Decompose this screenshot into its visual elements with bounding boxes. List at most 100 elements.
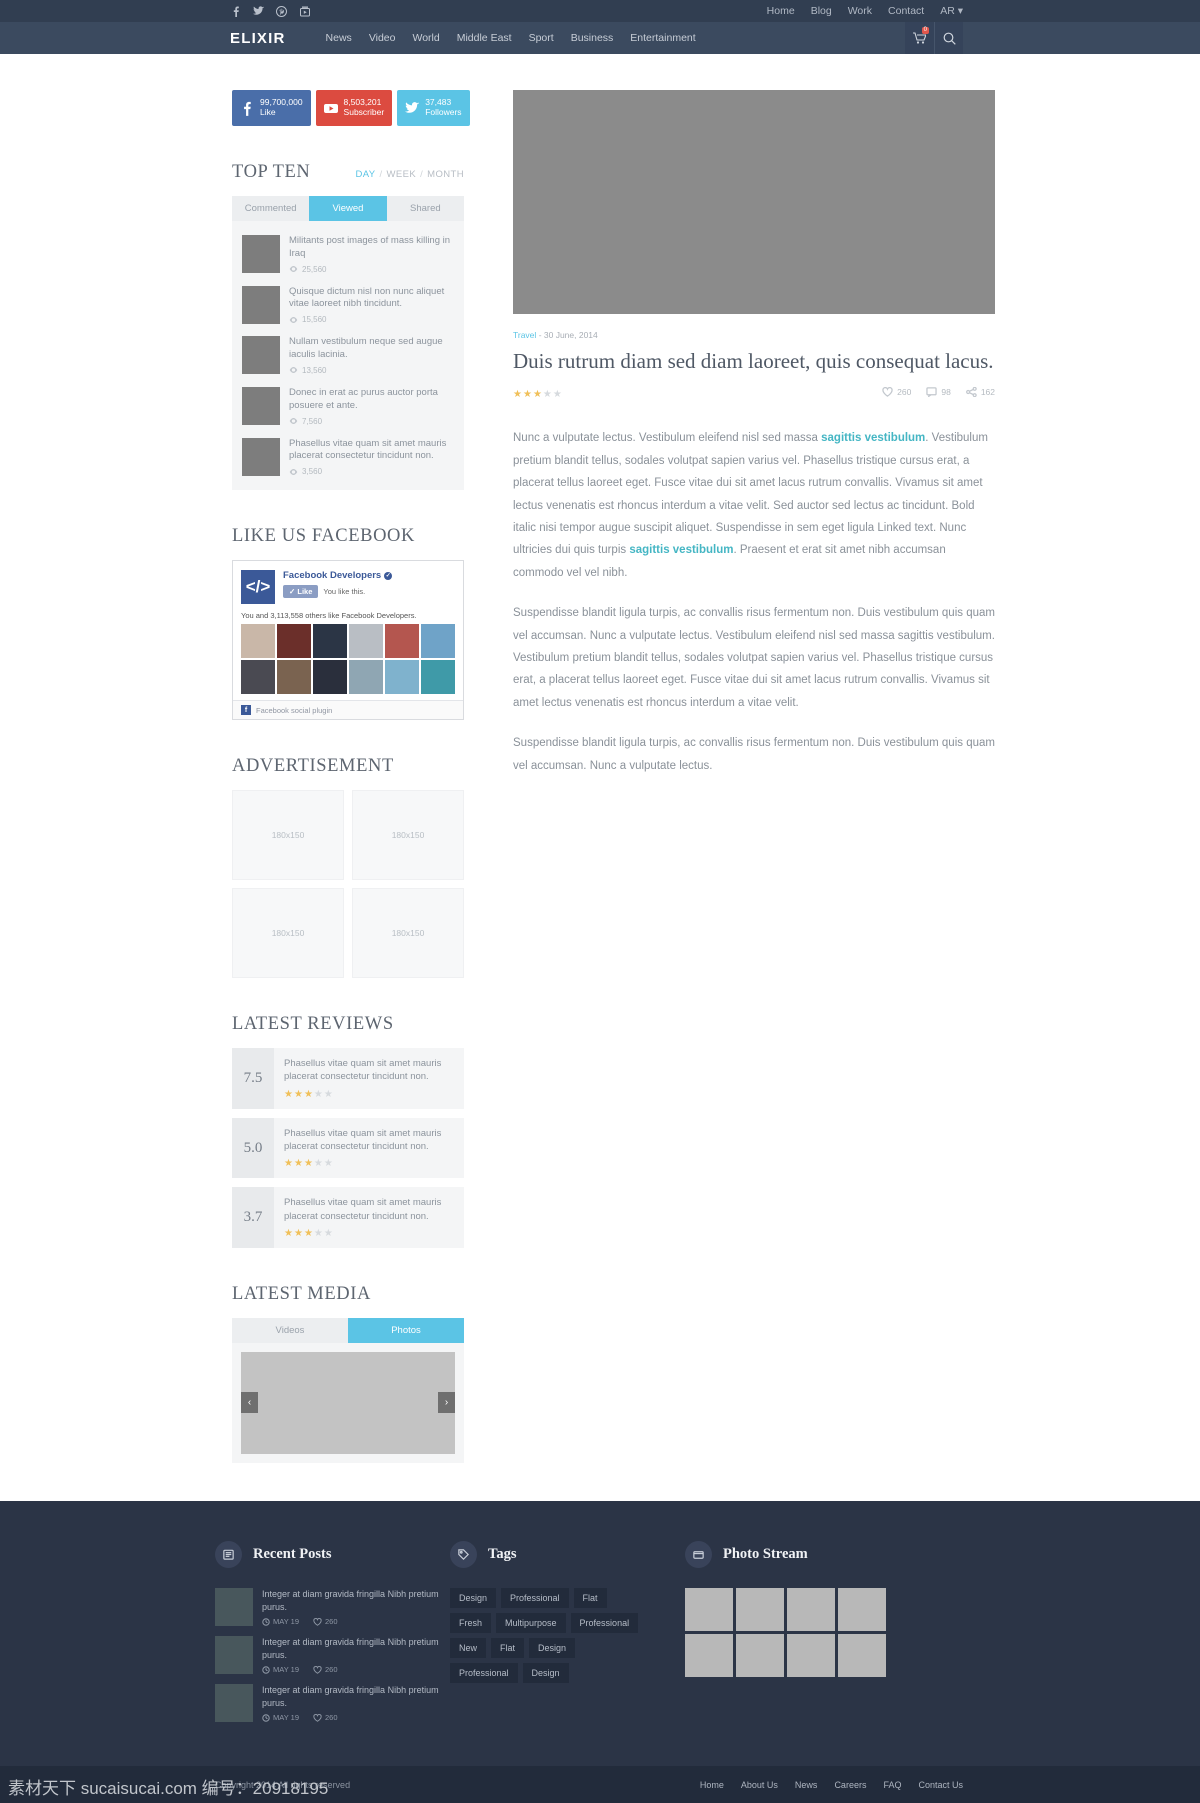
tag-item[interactable]: Flat bbox=[573, 1587, 607, 1608]
photo-thumb[interactable] bbox=[838, 1587, 886, 1631]
ad-slot[interactable]: 180x150 bbox=[352, 888, 464, 979]
tag-item[interactable]: Professional bbox=[450, 1662, 518, 1683]
list-item[interactable]: Quisque dictum nisl non nunc aliquet vit… bbox=[242, 280, 454, 331]
ad-slot[interactable]: 180x150 bbox=[232, 790, 344, 881]
photo-thumb[interactable] bbox=[685, 1587, 733, 1631]
photo-thumb[interactable] bbox=[787, 1633, 835, 1677]
list-item-title: Donec in erat ac purus auctor porta posu… bbox=[289, 386, 438, 411]
twitter-icon[interactable] bbox=[253, 6, 264, 17]
search-button[interactable] bbox=[934, 22, 963, 54]
photo-thumb[interactable] bbox=[736, 1633, 784, 1677]
facebook-like-row: ✓ Like You like this. bbox=[283, 585, 392, 599]
counter-facebook[interactable]: 99,700,000 Like bbox=[232, 90, 311, 126]
tab-videos[interactable]: Videos bbox=[232, 1317, 348, 1343]
review-item[interactable]: 3.7 Phasellus vitae quam sit amet mauris… bbox=[232, 1187, 464, 1248]
youtube-icon[interactable] bbox=[299, 6, 310, 17]
share-stat[interactable]: 162 bbox=[965, 387, 995, 398]
nav-link-business[interactable]: Business bbox=[571, 32, 614, 44]
ad-slot[interactable]: 180x150 bbox=[232, 888, 344, 979]
tab-shared[interactable]: Shared bbox=[386, 196, 464, 221]
tag-item[interactable]: Professional bbox=[501, 1587, 569, 1608]
slider-prev-button[interactable]: ‹ bbox=[241, 1392, 258, 1414]
nav-link-entertainment[interactable]: Entertainment bbox=[630, 32, 695, 44]
review-score: 5.0 bbox=[232, 1117, 274, 1179]
footer-link-careers[interactable]: Careers bbox=[834, 1780, 866, 1790]
article-meta: Travel - 30 June, 2014 bbox=[513, 330, 995, 340]
article-category-link[interactable]: Travel bbox=[513, 330, 536, 340]
topnav-link-blog[interactable]: Blog bbox=[811, 5, 832, 17]
slider-next-button[interactable]: › bbox=[438, 1392, 455, 1414]
nav-link-middle-east[interactable]: Middle East bbox=[457, 32, 512, 44]
list-item[interactable]: Donec in erat ac purus auctor porta posu… bbox=[242, 381, 454, 432]
tag-list: Design Professional Flat Fresh Multipurp… bbox=[450, 1587, 640, 1683]
sidebar: 99,700,000 Like 8,503,201 Subscriber 37,… bbox=[232, 90, 470, 1463]
facebook-header: LIKE US FACEBOOK bbox=[232, 526, 464, 547]
like-meta: 260 bbox=[313, 1617, 338, 1626]
footer-post-item[interactable]: Integer at diam gravida fringilla Nibh p… bbox=[215, 1684, 440, 1722]
verified-badge-icon: ✓ bbox=[384, 571, 393, 580]
list-item-title: Nullam vestibulum neque sed augue iaculi… bbox=[289, 336, 443, 361]
nav-link-sport[interactable]: Sport bbox=[529, 32, 554, 44]
inline-link[interactable]: sagittis vestibulum bbox=[821, 432, 925, 444]
list-item[interactable]: Militants post images of mass killing in… bbox=[242, 229, 454, 280]
tag-item[interactable]: Professional bbox=[570, 1612, 639, 1633]
list-item[interactable]: Nullam vestibulum neque sed augue iaculi… bbox=[242, 330, 454, 381]
avatar bbox=[385, 660, 419, 695]
copyright-text: Copyright 2014 All rights reserved bbox=[215, 1779, 351, 1790]
facebook-icon[interactable] bbox=[230, 6, 241, 17]
footer-link-faq[interactable]: FAQ bbox=[883, 1780, 901, 1790]
topnav-link-contact[interactable]: Contact bbox=[888, 5, 924, 17]
tag-item[interactable]: Design bbox=[522, 1662, 569, 1683]
comment-stat[interactable]: 98 bbox=[926, 387, 951, 398]
site-logo[interactable]: ELIXIR bbox=[230, 30, 286, 47]
review-item[interactable]: 5.0 Phasellus vitae quam sit amet mauris… bbox=[232, 1117, 464, 1179]
tab-commented[interactable]: Commented bbox=[232, 196, 310, 221]
social-counters: 99,700,000 Like 8,503,201 Subscriber 37,… bbox=[232, 90, 470, 126]
counter-twitter[interactable]: 37,483 Followers bbox=[397, 90, 470, 126]
tag-item[interactable]: Fresh bbox=[450, 1612, 492, 1633]
footer-post-item[interactable]: Integer at diam gravida fringilla Nibh p… bbox=[215, 1636, 440, 1674]
footer-post-item[interactable]: Integer at diam gravida fringilla Nibh p… bbox=[215, 1587, 440, 1626]
tab-photos[interactable]: Photos bbox=[348, 1317, 464, 1343]
heart-icon bbox=[313, 1665, 322, 1674]
filter-month[interactable]: MONTH bbox=[427, 169, 464, 180]
tab-viewed[interactable]: Viewed bbox=[309, 196, 387, 221]
top-nav: Home Blog Work Contact AR ▾ bbox=[767, 5, 963, 17]
footer-tags-header: Tags bbox=[450, 1540, 675, 1568]
nav-link-world[interactable]: World bbox=[412, 32, 439, 44]
inline-link[interactable]: sagittis vestibulum bbox=[629, 544, 733, 556]
footer-link-news[interactable]: News bbox=[795, 1780, 818, 1790]
ad-slot[interactable]: 180x150 bbox=[352, 790, 464, 881]
filter-day[interactable]: DAY bbox=[355, 169, 375, 180]
review-item[interactable]: 7.5 Phasellus vitae quam sit amet mauris… bbox=[232, 1048, 464, 1109]
copyright-bar: Copyright 2014 All rights reserved Home … bbox=[0, 1766, 1200, 1803]
footer-link-about-us[interactable]: About Us bbox=[741, 1780, 778, 1790]
filter-week[interactable]: WEEK bbox=[387, 169, 417, 180]
topnav-link-work[interactable]: Work bbox=[848, 5, 872, 17]
photo-thumb[interactable] bbox=[736, 1587, 784, 1631]
tag-item[interactable]: Design bbox=[529, 1637, 576, 1658]
photo-thumb[interactable] bbox=[838, 1633, 886, 1677]
tag-item[interactable]: New bbox=[450, 1637, 487, 1658]
footer-link-contact-us[interactable]: Contact Us bbox=[918, 1780, 963, 1790]
photo-thumb[interactable] bbox=[685, 1633, 733, 1677]
tag-item[interactable]: Multipurpose bbox=[496, 1612, 566, 1633]
nav-link-video[interactable]: Video bbox=[369, 32, 396, 44]
tag-item[interactable]: Design bbox=[450, 1587, 497, 1608]
counter-youtube[interactable]: 8,503,201 Subscriber bbox=[315, 90, 393, 126]
media-tabs: Videos Photos bbox=[232, 1317, 464, 1343]
nav-link-news[interactable]: News bbox=[326, 32, 352, 44]
topnav-link-home[interactable]: Home bbox=[767, 5, 795, 17]
tag-item[interactable]: Flat bbox=[491, 1637, 525, 1658]
cart-button[interactable]: 0 bbox=[905, 22, 934, 54]
footer-link-home[interactable]: Home bbox=[700, 1780, 724, 1790]
article-hero-image bbox=[513, 90, 995, 314]
pinterest-icon[interactable] bbox=[276, 5, 287, 17]
nav-right-actions: 0 bbox=[905, 22, 963, 54]
language-selector[interactable]: AR ▾ bbox=[940, 5, 963, 17]
list-item[interactable]: Phasellus vitae quam sit amet mauris pla… bbox=[242, 432, 454, 483]
topten-filters: DAY / WEEK / MONTH bbox=[355, 169, 464, 180]
facebook-like-button[interactable]: ✓ Like bbox=[283, 585, 319, 599]
photo-thumb[interactable] bbox=[787, 1587, 835, 1631]
like-stat[interactable]: 260 bbox=[882, 387, 911, 397]
